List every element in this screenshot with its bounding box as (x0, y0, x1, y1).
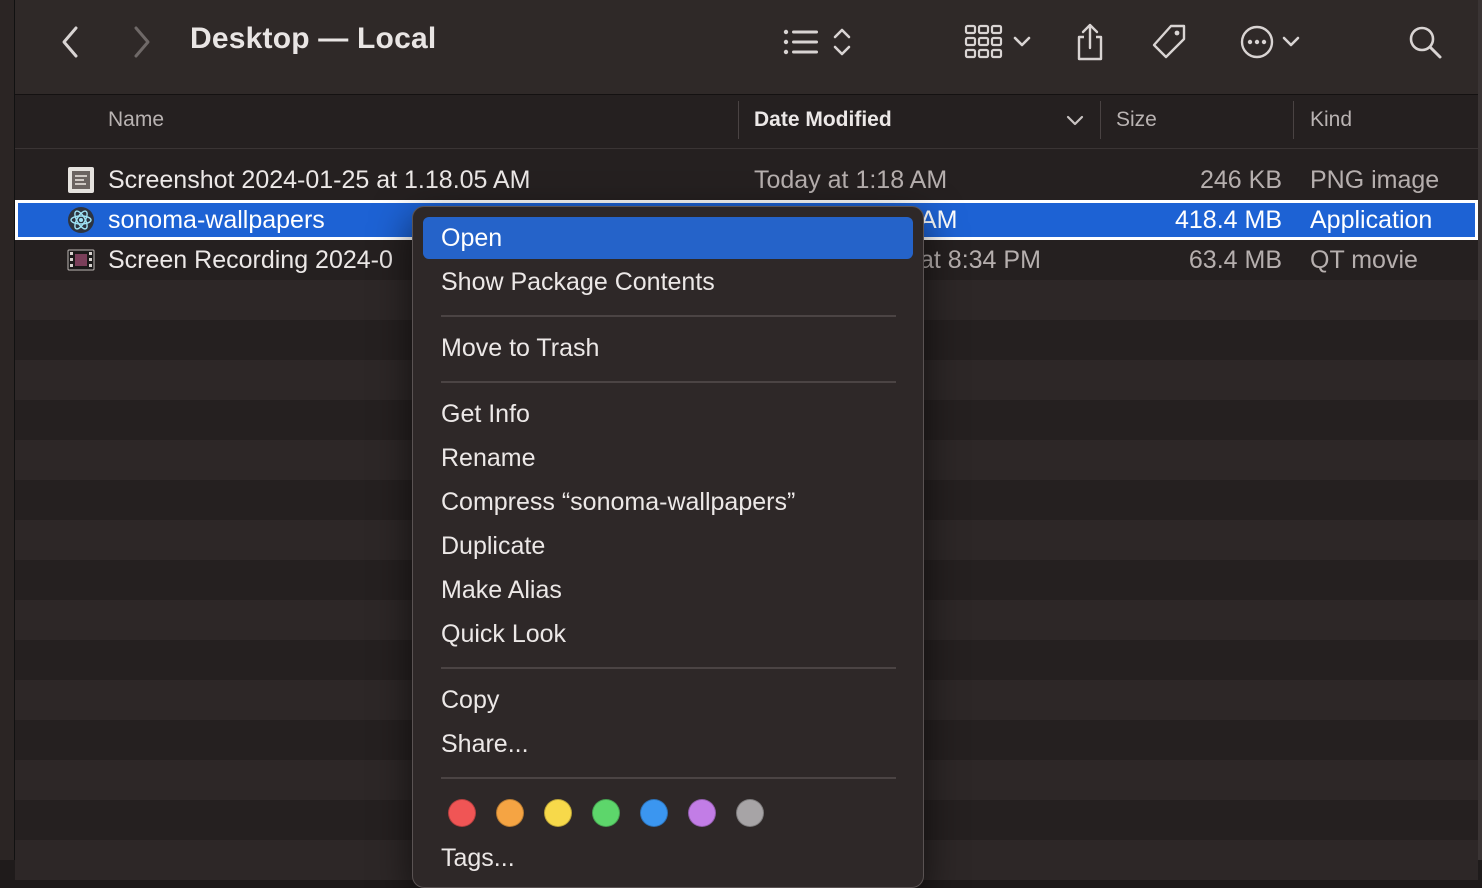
menu-item-label: Show Package Contents (441, 268, 715, 296)
menu-item-tags[interactable]: Tags... (423, 837, 913, 879)
menu-item-duplicate[interactable]: Duplicate (423, 525, 913, 567)
context-menu: Open Show Package Contents Move to Trash… (412, 206, 924, 888)
menu-item-label: Duplicate (441, 532, 546, 560)
back-button[interactable] (55, 20, 85, 64)
grid-view-icon (964, 24, 1003, 59)
menu-item-label: Get Info (441, 400, 530, 428)
menu-item-copy[interactable]: Copy (423, 679, 913, 721)
column-divider[interactable] (738, 101, 739, 139)
group-button[interactable] (958, 20, 1038, 64)
menu-item-get-info[interactable]: Get Info (423, 393, 913, 435)
menu-separator (441, 381, 896, 383)
chevron-down-icon (1013, 36, 1031, 47)
file-date: at 8:34 PM (920, 246, 1041, 274)
tag-button[interactable] (1148, 20, 1190, 64)
menu-item-move-to-trash[interactable]: Move to Trash (423, 327, 913, 369)
list-view-icon (783, 29, 818, 55)
menu-item-quick-look[interactable]: Quick Look (423, 613, 913, 655)
file-kind: QT movie (1310, 246, 1418, 274)
menu-separator (441, 667, 896, 669)
file-size: 418.4 MB (1174, 206, 1282, 234)
file-date: AM (920, 206, 958, 234)
search-icon (1409, 26, 1442, 59)
menu-item-rename[interactable]: Rename (423, 437, 913, 479)
file-name: Screenshot 2024-01-25 at 1.18.05 AM (108, 166, 531, 194)
forward-icon (134, 26, 150, 58)
menu-item-show-package-contents[interactable]: Show Package Contents (423, 261, 913, 303)
toolbar: Desktop — Local (15, 0, 1478, 95)
menu-item-label: Copy (441, 686, 500, 714)
column-kind[interactable]: Kind (1310, 108, 1352, 132)
desktop-edge-right (1478, 0, 1482, 860)
png-file-icon (68, 167, 94, 193)
chevron-down-icon (1282, 36, 1300, 47)
view-options-button[interactable] (778, 20, 858, 64)
file-date: Today at 1:18 AM (754, 166, 948, 194)
back-icon (62, 26, 78, 58)
column-date-modified[interactable]: Date Modified (754, 108, 892, 132)
column-name[interactable]: Name (108, 108, 164, 132)
window-title: Desktop — Local (190, 22, 437, 55)
menu-item-label: Tags... (441, 844, 515, 872)
file-name: sonoma-wallpapers (108, 206, 325, 234)
column-divider[interactable] (1100, 101, 1101, 139)
file-kind: PNG image (1310, 166, 1440, 194)
search-button[interactable] (1405, 20, 1445, 64)
column-header: Name Date Modified Size Kind (15, 95, 1478, 149)
sort-descending-icon (1066, 115, 1084, 126)
menu-item-make-alias[interactable]: Make Alias (423, 569, 913, 611)
menu-item-label: Share... (441, 730, 529, 758)
menu-separator (441, 315, 896, 317)
desktop-edge-left (0, 0, 15, 860)
file-name: Screen Recording 2024-0 (108, 246, 393, 274)
file-size: 63.4 MB (1188, 246, 1282, 274)
menu-separator (441, 777, 896, 779)
menu-item-label: Quick Look (441, 620, 567, 648)
menu-item-label: Rename (441, 444, 536, 472)
more-icon (1240, 25, 1274, 59)
menu-item-label: Compress “sonoma-wallpapers” (441, 488, 796, 516)
tag-color-purple[interactable] (688, 799, 716, 827)
movie-file-icon (67, 249, 95, 271)
file-row[interactable]: Screenshot 2024-01-25 at 1.18.05 AM Toda… (15, 160, 1478, 200)
tag-color-green[interactable] (592, 799, 620, 827)
forward-button[interactable] (127, 20, 157, 64)
app-icon (68, 207, 94, 233)
tag-icon (1152, 24, 1186, 59)
share-icon (1077, 23, 1103, 61)
file-size: 246 KB (1199, 166, 1282, 194)
file-kind: Application (1310, 206, 1433, 234)
tag-color-yellow[interactable] (544, 799, 572, 827)
column-size[interactable]: Size (1116, 108, 1157, 132)
menu-item-open[interactable]: Open (423, 217, 913, 259)
tag-color-gray[interactable] (736, 799, 764, 827)
menu-item-label: Open (441, 224, 503, 252)
menu-item-share[interactable]: Share... (423, 723, 913, 765)
tag-color-red[interactable] (448, 799, 476, 827)
share-button[interactable] (1070, 20, 1110, 64)
column-divider[interactable] (1293, 101, 1294, 139)
menu-item-label: Make Alias (441, 576, 562, 604)
tag-color-blue[interactable] (640, 799, 668, 827)
more-actions-button[interactable] (1235, 20, 1305, 64)
sort-icon (833, 28, 851, 56)
menu-item-label: Move to Trash (441, 334, 600, 362)
tag-color-orange[interactable] (496, 799, 524, 827)
menu-item-compress[interactable]: Compress “sonoma-wallpapers” (423, 481, 913, 523)
